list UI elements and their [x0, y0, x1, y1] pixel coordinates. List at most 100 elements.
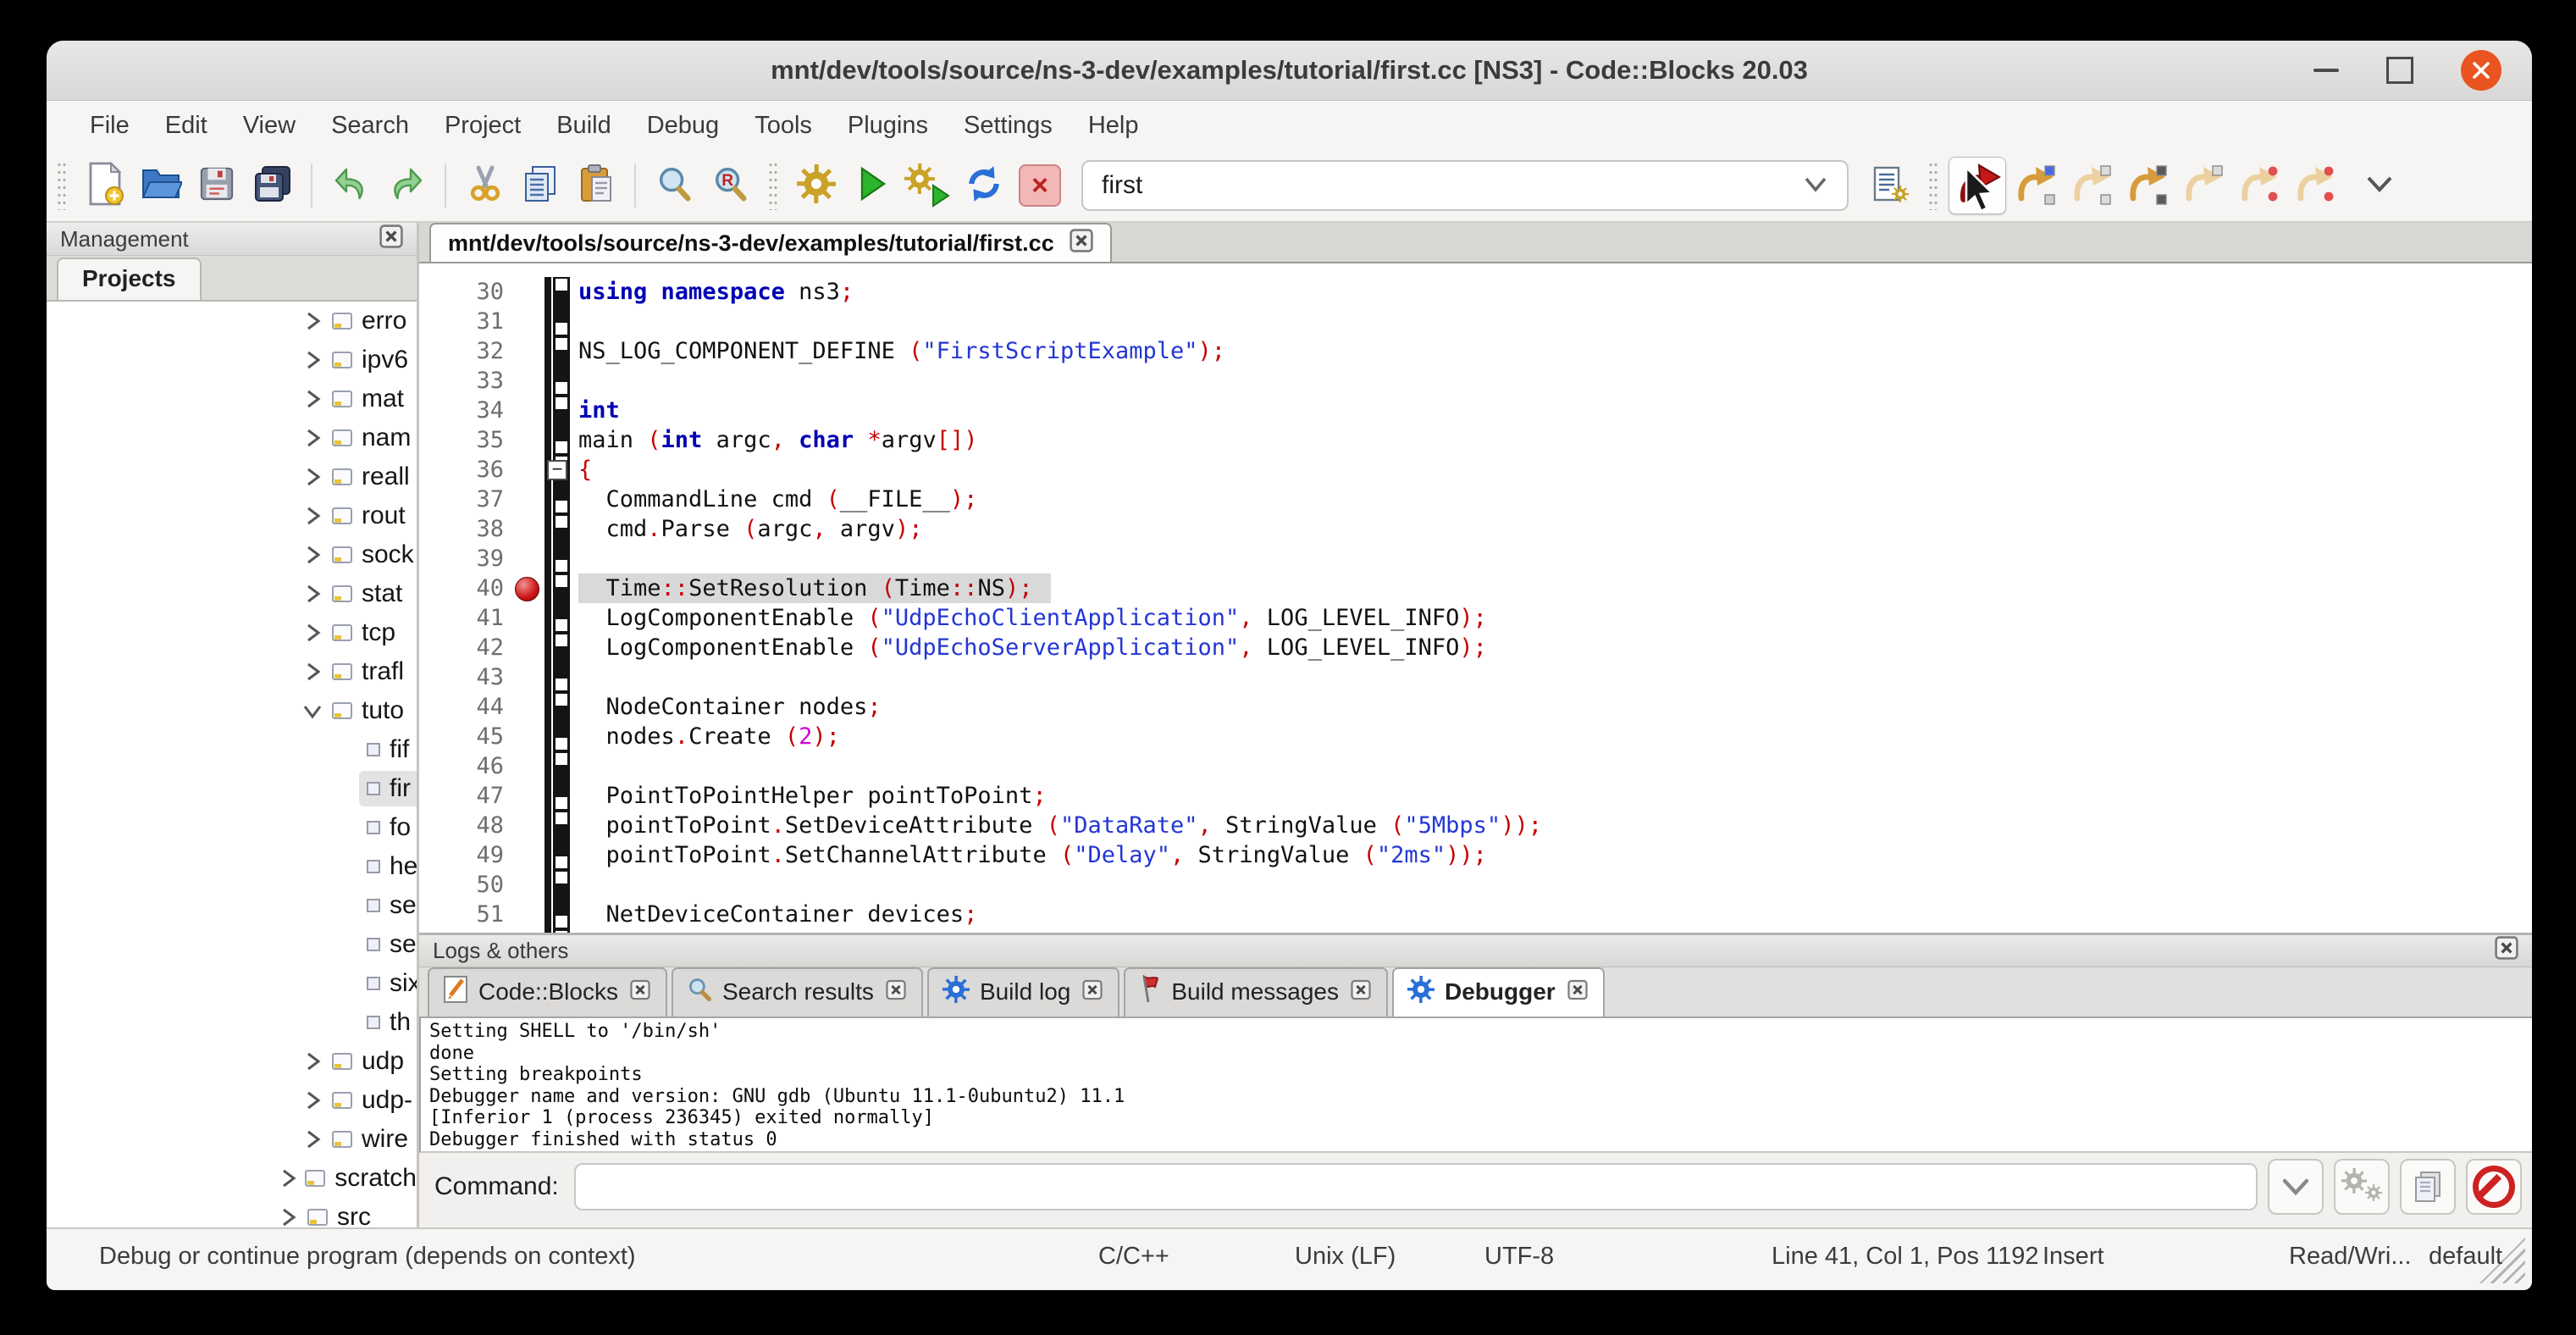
menu-search[interactable]: Search — [313, 112, 427, 140]
code-text[interactable]: pointToPoint.SetChannelAttribute ("Delay… — [570, 840, 1487, 870]
code-line-35[interactable]: 35main (int argc, char *argv[]) — [419, 425, 2532, 455]
chevron-right-icon[interactable] — [301, 660, 331, 684]
log-tab-debugger[interactable]: Debugger — [1392, 967, 1605, 1016]
log-tab-build-log[interactable]: Build log — [927, 967, 1119, 1016]
chevron-down-icon[interactable] — [301, 699, 331, 723]
next-instruction-button[interactable] — [2230, 158, 2286, 213]
breakpoint-margin[interactable] — [514, 277, 544, 307]
step-into-instruction-button[interactable] — [2286, 158, 2341, 213]
debug-toolbar-overflow-button[interactable] — [2365, 174, 2394, 197]
log-tab-code-blocks[interactable]: Code::Blocks — [428, 967, 667, 1016]
tree-item-scratch[interactable]: scratch — [47, 1159, 417, 1198]
breakpoint-margin[interactable] — [514, 514, 544, 544]
code-line-39[interactable]: 39 — [419, 544, 2532, 573]
fold-collapse-icon[interactable]: − — [547, 460, 567, 480]
code-line-36[interactable]: 36−{ — [419, 455, 2532, 485]
code-text[interactable]: NetDeviceContainer devices; — [570, 900, 977, 929]
log-tab-close-button[interactable] — [1567, 979, 1588, 1005]
log-tab-build-messages[interactable]: Build messages — [1124, 967, 1388, 1016]
fold-margin[interactable] — [544, 811, 570, 840]
chevron-right-icon[interactable] — [301, 348, 331, 372]
chevron-right-icon[interactable] — [301, 1050, 331, 1073]
code-line-44[interactable]: 44 NodeContainer nodes; — [419, 692, 2532, 722]
toolbar-grip[interactable] — [1928, 161, 1938, 210]
fold-margin[interactable] — [544, 662, 570, 692]
tree-item-udp[interactable]: udp — [47, 1042, 417, 1081]
chevron-right-icon[interactable] — [301, 621, 331, 645]
fold-margin[interactable] — [544, 900, 570, 929]
code-text[interactable]: nodes.Create (2); — [570, 722, 840, 751]
open-file-button[interactable] — [133, 158, 189, 213]
chevron-right-icon[interactable] — [276, 1166, 304, 1190]
command-input[interactable] — [574, 1163, 2258, 1210]
fold-margin[interactable] — [544, 277, 570, 307]
menu-file[interactable]: File — [72, 112, 147, 140]
cut-button[interactable] — [456, 158, 512, 213]
copy-log-button[interactable] — [2400, 1159, 2456, 1215]
run-to-cursor-button[interactable] — [2006, 158, 2062, 213]
code-line-30[interactable]: 30using namespace ns3; — [419, 277, 2532, 307]
minimize-button[interactable] — [2313, 69, 2339, 72]
tree-item-nam[interactable]: nam — [47, 418, 417, 457]
fold-margin[interactable] — [544, 692, 570, 722]
tree-item-stat[interactable]: stat — [47, 574, 417, 613]
code-text[interactable]: int — [570, 396, 620, 425]
code-line-45[interactable]: 45 nodes.Create (2); — [419, 722, 2532, 751]
fold-margin[interactable] — [544, 870, 570, 900]
fold-margin[interactable] — [544, 781, 570, 811]
menu-tools[interactable]: Tools — [737, 112, 830, 140]
chevron-down-icon[interactable] — [1803, 171, 1828, 200]
abort-build-button[interactable]: × — [1012, 158, 1068, 213]
tree-item-ipv6[interactable]: ipv6 — [47, 341, 417, 379]
tab-projects[interactable]: Projects — [57, 258, 202, 300]
save-button[interactable] — [189, 158, 245, 213]
tree-item-fir[interactable]: fir — [47, 769, 417, 808]
code-line-37[interactable]: 37 CommandLine cmd (__FILE__); — [419, 485, 2532, 514]
breakpoint-margin[interactable] — [514, 603, 544, 633]
redo-button[interactable] — [379, 158, 434, 213]
breakpoint-margin[interactable] — [514, 366, 544, 396]
toolbar-grip[interactable] — [57, 161, 67, 210]
title-bar[interactable]: mnt/dev/tools/source/ns-3-dev/examples/t… — [47, 41, 2532, 101]
debug-continue-button[interactable] — [1949, 157, 2006, 214]
log-tab-close-button[interactable] — [886, 979, 906, 1005]
breakpoint-margin[interactable] — [514, 307, 544, 336]
code-line-31[interactable]: 31 — [419, 307, 2532, 336]
tree-item-fif[interactable]: fif — [47, 730, 417, 769]
tree-item-he[interactable]: he — [47, 847, 417, 886]
breakpoint-margin[interactable] — [514, 751, 544, 781]
code-line-38[interactable]: 38 cmd.Parse (argc, argv); — [419, 514, 2532, 544]
tree-item-src[interactable]: src — [47, 1198, 417, 1227]
fold-margin[interactable] — [544, 929, 570, 933]
code-text[interactable]: NS_LOG_COMPONENT_DEFINE ("FirstScriptExa… — [570, 336, 1225, 366]
breakpoint-margin[interactable] — [514, 396, 544, 425]
code-text[interactable]: PointToPointHelper pointToPoint; — [570, 781, 1047, 811]
fold-margin[interactable] — [544, 425, 570, 455]
code-text[interactable]: Time::SetResolution (Time::NS); — [570, 573, 1051, 603]
chevron-right-icon[interactable] — [301, 387, 331, 411]
run-button[interactable] — [844, 158, 900, 213]
code-text[interactable] — [570, 870, 578, 900]
code-text[interactable]: cmd.Parse (argc, argv); — [570, 514, 922, 544]
debugger-tools-button[interactable] — [2334, 1159, 2390, 1215]
code-line-40[interactable]: 40 Time::SetResolution (Time::NS); — [419, 573, 2532, 603]
close-button[interactable] — [2461, 50, 2501, 91]
code-text[interactable] — [570, 544, 578, 573]
breakpoint-margin[interactable] — [514, 573, 544, 603]
fold-margin[interactable] — [544, 514, 570, 544]
fold-margin[interactable] — [544, 603, 570, 633]
menu-plugins[interactable]: Plugins — [830, 112, 946, 140]
menu-debug[interactable]: Debug — [629, 112, 737, 140]
tree-item-udp[interactable]: udp- — [47, 1081, 417, 1120]
code-text[interactable]: NodeContainer nodes; — [570, 692, 882, 722]
editor-tab-close-button[interactable] — [1070, 229, 1093, 258]
code-text[interactable]: { — [570, 455, 592, 485]
code-line-51[interactable]: 51 NetDeviceContainer devices; — [419, 900, 2532, 929]
breakpoint-margin[interactable] — [514, 929, 544, 933]
log-tab-close-button[interactable] — [1351, 979, 1371, 1005]
chevron-right-icon[interactable] — [301, 309, 331, 333]
save-all-button[interactable] — [245, 158, 301, 213]
chevron-right-icon[interactable] — [301, 465, 331, 489]
fold-margin[interactable] — [544, 396, 570, 425]
chevron-right-icon[interactable] — [301, 426, 331, 450]
